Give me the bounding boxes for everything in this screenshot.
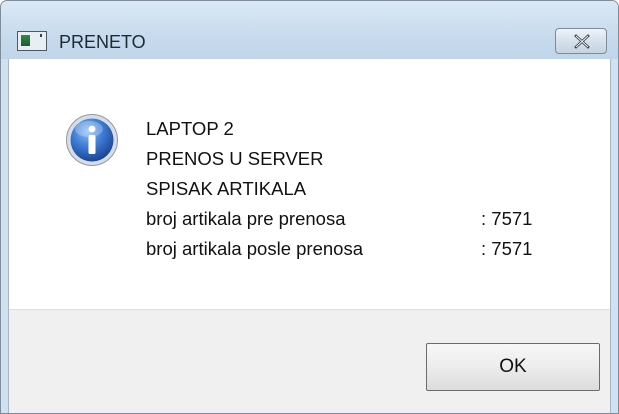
count-value-after: : 7571 bbox=[481, 238, 533, 259]
message-line-list: SPISAK ARTIKALA bbox=[146, 178, 307, 199]
dialog-window: PRENETO LAPTOP 2 PRENOS U SERVER SPISAK … bbox=[0, 0, 619, 414]
information-icon bbox=[66, 114, 118, 166]
title-bar[interactable]: PRENETO bbox=[1, 1, 618, 59]
program-window-icon bbox=[17, 31, 47, 51]
close-x-icon bbox=[574, 34, 590, 49]
ok-button[interactable]: OK bbox=[426, 343, 600, 391]
dialog-client-area: LAPTOP 2 PRENOS U SERVER SPISAK ARTIKALA… bbox=[8, 59, 611, 413]
window-title: PRENETO bbox=[59, 32, 146, 52]
button-bar: OK bbox=[9, 309, 610, 413]
count-label-after: broj artikala posle prenosa bbox=[146, 238, 363, 259]
message-line-device: LAPTOP 2 bbox=[146, 118, 234, 139]
message-area: LAPTOP 2 PRENOS U SERVER SPISAK ARTIKALA… bbox=[9, 59, 610, 309]
count-label-before: broj artikala pre prenosa bbox=[146, 208, 346, 229]
message-line-transfer: PRENOS U SERVER bbox=[146, 148, 324, 169]
close-button[interactable] bbox=[555, 28, 607, 54]
count-value-before: : 7571 bbox=[481, 208, 533, 229]
